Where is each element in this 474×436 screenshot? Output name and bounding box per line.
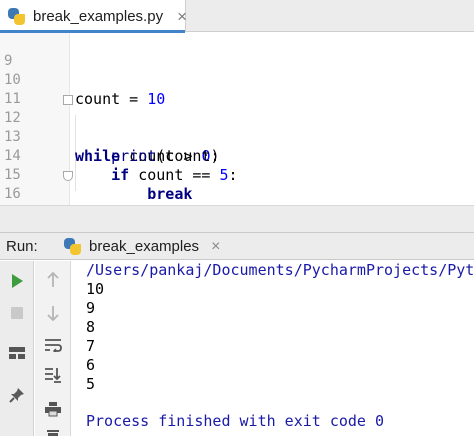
rerun-button[interactable] (5, 269, 29, 293)
code-editor[interactable]: 9 10 count = 10 11 12 while count > 0: 1… (0, 33, 474, 241)
stop-icon (11, 307, 23, 319)
code-line: 10 count = 10 (0, 52, 474, 108)
scroll-to-end-button[interactable] (41, 363, 65, 387)
editor-tab-bar: break_examples.py × (0, 0, 474, 33)
close-tab-icon[interactable]: × (177, 8, 187, 25)
editor-tab-label: break_examples.py (33, 7, 164, 25)
code-line: 17 (0, 185, 474, 221)
print-icon (45, 402, 61, 417)
layout-button[interactable] (5, 341, 29, 365)
exit-message: Process finished with exit code 0 (86, 412, 385, 430)
output-line: 5 (86, 375, 96, 393)
layout-icon (9, 347, 25, 359)
output-line: 8 (86, 318, 96, 336)
output-line: 9 (86, 299, 96, 317)
python-run-icon (64, 238, 81, 255)
up-arrow-icon (47, 272, 59, 287)
code-line: 15 break (0, 147, 474, 203)
down-stack-button[interactable] (41, 301, 65, 325)
fold-end-marker-icon[interactable] (63, 171, 73, 181)
trash-icon (47, 430, 59, 436)
run-config-tab[interactable]: break_examples × (58, 233, 234, 260)
output-line: 7 (86, 337, 96, 355)
run-toolbar-left (0, 261, 34, 436)
soft-wrap-icon (45, 339, 62, 352)
code-line: 16 count -= 1 (0, 166, 474, 241)
run-toolbar-right (35, 261, 71, 436)
scroll-to-end-icon (45, 368, 61, 383)
pin-icon (9, 388, 24, 403)
close-run-tab-icon[interactable]: × (211, 238, 220, 255)
editor-tab[interactable]: break_examples.py × (0, 0, 187, 33)
run-label: Run: (6, 238, 38, 255)
code-line: 9 (0, 33, 474, 69)
code-line: 13 print(count) (0, 109, 474, 165)
code-line: 11 (0, 71, 474, 107)
interpreter-path: /Users/pankaj/Documents/PycharmProjects/… (86, 261, 474, 279)
run-tool-window-header: Run: break_examples × (0, 233, 474, 260)
python-file-icon (8, 7, 25, 25)
rerun-icon (12, 274, 23, 288)
console-output[interactable]: /Users/pankaj/Documents/PycharmProjects/… (72, 261, 474, 436)
soft-wrap-button[interactable] (41, 333, 65, 357)
print-button[interactable] (41, 397, 65, 421)
output-line: 6 (86, 356, 96, 374)
clear-all-button[interactable] (41, 423, 65, 436)
run-config-tab-label: break_examples (89, 238, 200, 255)
code-line: 14 if count == 5: (0, 128, 474, 184)
pin-tab-button[interactable] (5, 383, 29, 407)
up-stack-button[interactable] (41, 268, 65, 292)
stop-button[interactable] (5, 301, 29, 325)
panel-divider[interactable] (0, 205, 474, 233)
down-arrow-icon (47, 306, 59, 321)
fold-marker-icon[interactable] (63, 95, 73, 105)
code-line: 12 while count > 0: (0, 90, 474, 165)
output-line: 10 (86, 280, 105, 298)
